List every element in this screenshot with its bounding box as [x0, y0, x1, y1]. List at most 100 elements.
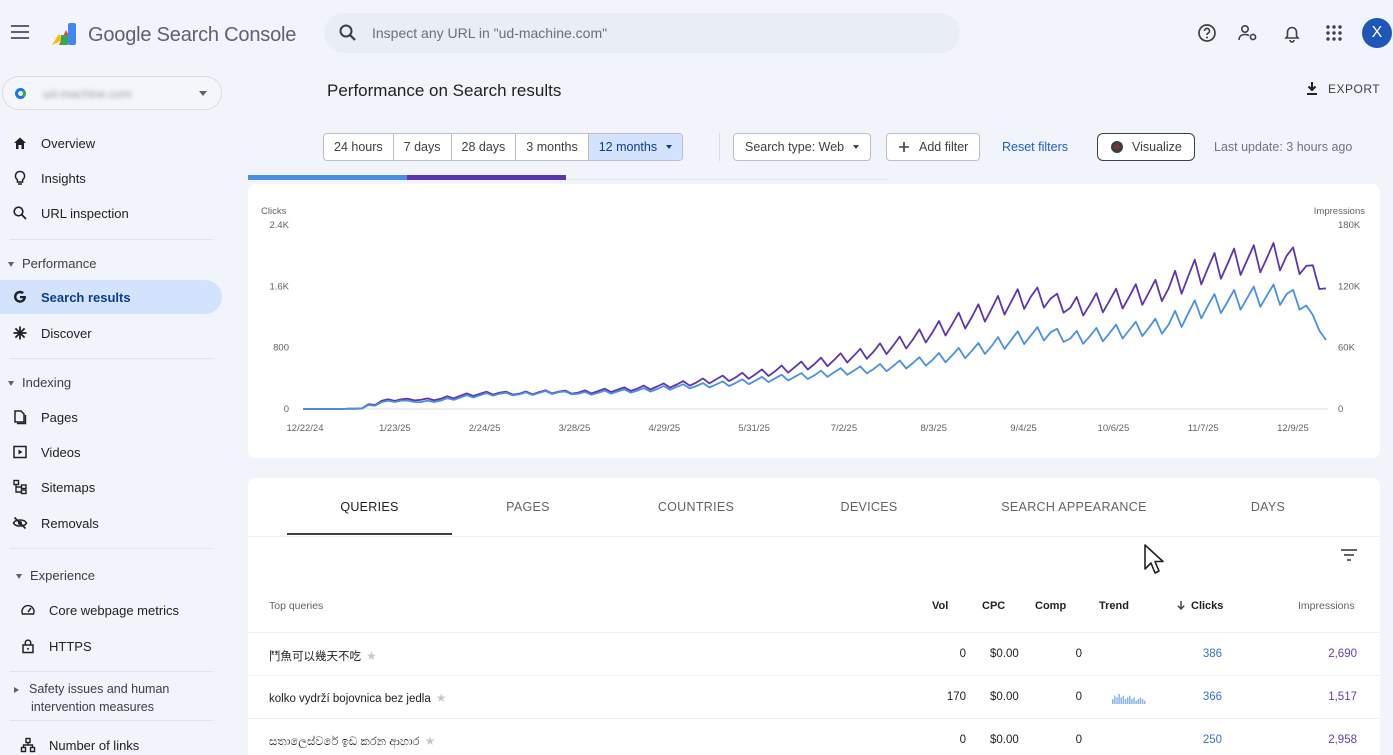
sidebar-item-https[interactable]: HTTPS: [0, 629, 222, 663]
sidebar-item-url-inspection[interactable]: URL inspection: [0, 196, 222, 230]
tab-queries[interactable]: QUERIES: [287, 500, 452, 514]
sidebar-item-removals[interactable]: Removals: [0, 506, 222, 540]
impressions-cell: 2,690: [1328, 648, 1357, 660]
chevron-down-icon: [853, 145, 860, 149]
range-28-days[interactable]: 28 days: [452, 134, 517, 160]
y-tick-label-left: 0: [284, 404, 289, 415]
x-tick-label: 2/24/25: [469, 423, 501, 434]
sidebar-item-discover[interactable]: Discover: [0, 316, 222, 350]
caret-down-icon: [8, 262, 14, 268]
column-header-clicks[interactable]: Clicks: [1176, 600, 1223, 612]
section-indexing[interactable]: Indexing: [8, 375, 71, 390]
video-icon: [13, 445, 27, 459]
metric-clicks-indicator[interactable]: [248, 175, 407, 180]
page-title: Performance on Search results: [327, 81, 562, 100]
range-7-days[interactable]: 7 days: [394, 134, 452, 160]
chevron-down-icon: [666, 145, 673, 149]
performance-chart: Clicks Impressions 0 800 1.6K 2.4K 0 60K 120K 1…: [261, 206, 1365, 434]
date-range-selector: 24 hours 7 days 28 days 3 months 12 mont…: [323, 133, 684, 161]
column-header-comp[interactable]: Comp: [1035, 600, 1066, 612]
divider: [10, 239, 213, 240]
url-inspect-search[interactable]: [324, 13, 960, 53]
active-tab-indicator: [287, 533, 452, 535]
column-header-vol[interactable]: Vol: [932, 600, 948, 612]
range-3-months[interactable]: 3 months: [516, 134, 589, 160]
tab-countries[interactable]: COUNTRIES: [626, 500, 766, 514]
app-title: Google Search Console: [88, 24, 297, 46]
apps-grid-icon[interactable]: [1323, 22, 1345, 44]
sitemap-icon: [13, 479, 27, 495]
y-tick-label-left: 800: [273, 343, 289, 354]
impressions-cell: 1,517: [1328, 691, 1357, 703]
mouse-cursor-icon: [1144, 544, 1164, 574]
divider: [10, 720, 213, 721]
series-line-impressions[interactable]: [303, 242, 1327, 410]
reset-filters-link[interactable]: Reset filters: [1002, 140, 1068, 154]
x-tick-label: 12/9/25: [1277, 423, 1309, 434]
sidebar-item-number-of-links[interactable]: Number of links: [0, 728, 222, 755]
y-tick-label-right: 60K: [1338, 343, 1356, 354]
divider: [10, 358, 213, 359]
notifications-icon[interactable]: [1281, 22, 1303, 44]
removals-icon: [12, 516, 28, 530]
gauge-icon: [21, 604, 35, 615]
visualize-button[interactable]: Visualize: [1097, 133, 1195, 161]
tab-pages[interactable]: PAGES: [458, 500, 598, 514]
series-line-clicks[interactable]: [303, 283, 1327, 410]
sidebar-item-pages[interactable]: Pages: [0, 400, 222, 434]
property-name: ud-machine.com: [43, 87, 132, 101]
lightbulb-icon: [14, 170, 26, 185]
caret-right-icon: [14, 686, 19, 693]
table-row[interactable]: kolko vydrží bojovnica bez jedla ★ 170 $0.0…: [248, 675, 1380, 718]
sidebar-item-overview[interactable]: Overview: [0, 126, 222, 160]
metric-impressions-indicator[interactable]: [407, 175, 566, 180]
caret-down-icon: [16, 574, 22, 580]
table-row[interactable]: සතාලෙස්වරේ ඉඩ කරන ආහාර ★ 0 $0.00 0 250 2,958: [248, 718, 1380, 755]
range-24-hours[interactable]: 24 hours: [324, 134, 394, 160]
column-header-impressions[interactable]: Impressions: [1298, 600, 1355, 612]
x-tick-label: 1/23/25: [379, 423, 411, 434]
range-12-months[interactable]: 12 months: [588, 134, 683, 160]
column-header-trend: Trend: [1099, 600, 1129, 612]
caret-down-icon: [8, 381, 14, 387]
add-filter-button[interactable]: Add filter: [886, 133, 981, 161]
hamburger-menu-icon[interactable]: [11, 25, 29, 39]
sidebar-item-core-webpage-metrics[interactable]: Core webpage metrics: [0, 593, 222, 627]
sidebar: ud-machine.com Overview Insights URL ins…: [0, 68, 232, 755]
asterisk-icon: [13, 326, 27, 340]
sidebar-item-videos[interactable]: Videos: [0, 435, 222, 469]
section-experience[interactable]: Experience: [16, 568, 95, 583]
x-tick-label: 7/2/25: [831, 423, 857, 434]
tab-days[interactable]: DAYS: [1198, 500, 1338, 514]
y-tick-label-right: 0: [1338, 404, 1343, 415]
section-performance[interactable]: Performance: [8, 256, 96, 271]
column-header-cpc[interactable]: CPC: [982, 600, 1005, 612]
section-safety-issues[interactable]: Safety issues and human intervention mea…: [14, 680, 169, 716]
y-tick-label-right: 180K: [1338, 220, 1361, 231]
chevron-down-icon: [199, 91, 207, 96]
account-settings-icon[interactable]: [1237, 22, 1259, 44]
search-icon: [339, 24, 356, 41]
y-axis-label-right: Impressions: [1314, 206, 1365, 217]
avatar[interactable]: X: [1362, 18, 1392, 48]
table-row[interactable]: 鬥魚可以幾天不吃 ★ 0 $0.00 0 386 2,690: [248, 632, 1380, 675]
sidebar-item-insights[interactable]: Insights: [0, 161, 222, 195]
divider: [248, 536, 1380, 537]
divider: [719, 133, 720, 161]
plus-icon: [899, 142, 909, 152]
property-selector[interactable]: ud-machine.com: [2, 76, 222, 110]
search-console-logo-icon: [52, 23, 76, 45]
x-tick-label: 11/7/25: [1188, 423, 1219, 434]
search-input[interactable]: [372, 23, 932, 43]
search-icon: [13, 206, 27, 220]
home-icon: [14, 137, 26, 149]
divider: [10, 548, 213, 549]
export-button[interactable]: EXPORT: [1304, 80, 1380, 102]
filter-list-icon[interactable]: [1340, 548, 1358, 562]
help-icon[interactable]: [1196, 22, 1218, 44]
tab-search-appearance[interactable]: SEARCH APPEARANCE: [974, 500, 1174, 514]
tab-devices[interactable]: DEVICES: [799, 500, 939, 514]
sidebar-item-search-results[interactable]: Search results: [0, 280, 222, 314]
search-type-filter[interactable]: Search type: Web: [733, 133, 872, 161]
sidebar-item-sitemaps[interactable]: Sitemaps: [0, 470, 222, 504]
